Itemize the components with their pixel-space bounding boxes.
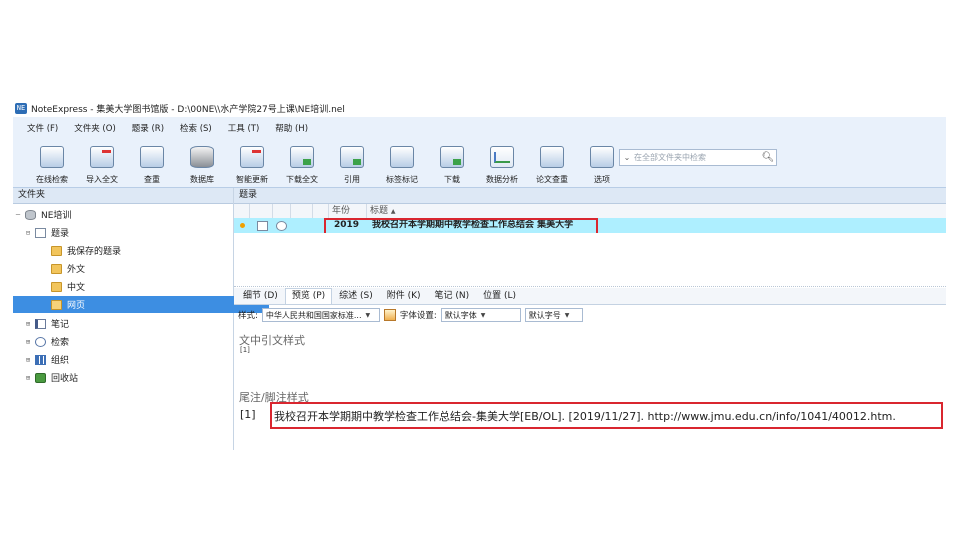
options-icon: [590, 146, 614, 168]
citation-preview: 文中引文样式 [1] 尾注/脚注样式 [1] 我校召开本学期期中教学检查工作总结…: [234, 326, 946, 450]
column-year[interactable]: 年份: [328, 204, 366, 218]
folder-ne-training[interactable]: ─ NE培训: [13, 206, 233, 223]
notebook-icon: [35, 318, 46, 329]
recycle-bin-icon: [35, 372, 46, 383]
chevron-down-icon[interactable]: ⌄: [620, 153, 634, 162]
download-button[interactable]: 下载: [427, 144, 477, 185]
highlight-box: [270, 402, 943, 429]
folder-icon: [51, 263, 62, 274]
folder-chinese[interactable]: 中文: [13, 278, 269, 295]
menu-bar: 文件 (F) 文件夹 (O) 题录 (R) 检索 (S) 工具 (T) 帮助 (…: [13, 120, 308, 136]
folder-panel: 文件夹 ─ NE培训 ⊟ 题录 我保存的题录 外文 中文 网页 ⊞ 笔记 ⊞ 检…: [13, 188, 269, 450]
folder-my-saved[interactable]: 我保存的题录: [13, 242, 269, 259]
magnifier-icon: [35, 336, 46, 347]
analysis-icon: [490, 146, 514, 168]
dropdown-arrow-icon: ▼: [564, 311, 570, 319]
menu-help[interactable]: 帮助 (H): [275, 122, 308, 134]
tab-details[interactable]: 细节 (D): [236, 288, 285, 304]
menu-file[interactable]: 文件 (F): [27, 122, 58, 134]
tab-summary[interactable]: 综述 (S): [332, 288, 380, 304]
database-icon: [25, 209, 36, 220]
paper-check-button[interactable]: 论文查重: [527, 144, 577, 185]
database-icon: [190, 146, 214, 168]
cite-button[interactable]: 引用: [327, 144, 377, 185]
search-box: ⌄ 🔍︎: [619, 149, 777, 166]
folder-foreign[interactable]: 外文: [13, 260, 269, 277]
tab-notes[interactable]: 笔记 (N): [428, 288, 477, 304]
paper-check-icon: [540, 146, 564, 168]
expand-icon[interactable]: ⊞: [23, 356, 33, 364]
download-fulltext-button[interactable]: 下载全文: [277, 144, 327, 185]
online-search-button[interactable]: 在线检索: [27, 144, 77, 185]
analysis-button[interactable]: 数据分析: [477, 144, 527, 185]
reference-panel-header: 题录: [234, 188, 946, 204]
download-fulltext-icon: [290, 146, 314, 168]
expand-icon[interactable]: ⊟: [23, 229, 33, 237]
folder-icon: [51, 245, 62, 256]
tag-icon: [390, 146, 414, 168]
tab-location[interactable]: 位置 (L): [476, 288, 523, 304]
folder-open-icon: [51, 299, 62, 310]
folder-references[interactable]: ⊟ 题录: [13, 224, 243, 241]
app-window: NE NoteExpress - 集美大学图书馆版 - D:\00NE\\水产学…: [13, 100, 946, 450]
menu-tools[interactable]: 工具 (T): [228, 122, 260, 134]
online-search-icon: [40, 146, 64, 168]
smart-update-icon: [240, 146, 264, 168]
reference-number: [1]: [240, 408, 256, 421]
folder-panel-header: 文件夹: [13, 188, 233, 204]
menu-folder[interactable]: 文件夹 (O): [74, 122, 116, 134]
sort-ascending-icon: ▲: [390, 208, 396, 215]
list-icon: [35, 227, 46, 238]
folder-searches[interactable]: ⊞ 检索: [13, 333, 243, 350]
style-select[interactable]: 中华人民共和国国家标准... ▼: [261, 308, 380, 322]
folder-webpage[interactable]: 网页: [13, 296, 269, 313]
folder-icon: [51, 281, 62, 292]
menu-reference[interactable]: 题录 (R): [132, 122, 164, 134]
expand-icon[interactable]: ⊞: [23, 320, 33, 328]
app-logo-icon: NE: [15, 103, 27, 114]
import-fulltext-icon: [90, 146, 114, 168]
tab-preview[interactable]: 预览 (P): [284, 288, 333, 304]
detail-tabs: 细节 (D) 预览 (P) 综述 (S) 附件 (K) 笔记 (N) 位置 (L…: [234, 288, 946, 305]
dropdown-arrow-icon: ▼: [480, 311, 486, 319]
dropdown-arrow-icon: ▼: [365, 311, 371, 319]
cite-icon: [340, 146, 364, 168]
collapse-icon[interactable]: ─: [13, 211, 23, 219]
tab-attachments[interactable]: 附件 (K): [380, 288, 428, 304]
folder-organize[interactable]: ⊞ 组织: [13, 351, 243, 368]
window-title: NoteExpress - 集美大学图书馆版 - D:\00NE\\水产学院27…: [31, 105, 345, 115]
font-size-select[interactable]: 默认字号 ▼: [524, 308, 583, 322]
intext-citation: [1]: [240, 346, 250, 354]
font-label: 字体设置:: [399, 311, 437, 321]
attachment-icon: [257, 221, 268, 231]
organize-icon: [35, 354, 46, 365]
style-bar: 样式: 中华人民共和国国家标准... ▼ 字体设置: 默认字体 ▼ 默认字号 ▼: [234, 306, 946, 324]
menu-search[interactable]: 检索 (S): [180, 122, 212, 134]
reference-area: 题录 年份 标题 ▲ 2019 我校召开本学期期中教学检查工作总结会 集美大学 …: [234, 188, 946, 450]
database-button[interactable]: 数据库: [177, 144, 227, 185]
reference-list-empty: [234, 233, 946, 287]
expand-icon[interactable]: ⊞: [23, 338, 33, 346]
edit-style-icon[interactable]: [383, 309, 396, 321]
duplicate-check-icon: [140, 146, 164, 168]
duplicate-check-button[interactable]: 查重: [127, 144, 177, 185]
folder-recycle-bin[interactable]: ⊞ 回收站: [13, 369, 243, 386]
ribbon: 文件 (F) 文件夹 (O) 题录 (R) 检索 (S) 工具 (T) 帮助 (…: [13, 117, 946, 188]
reference-column-headers: 年份 标题 ▲: [234, 204, 946, 219]
search-icon[interactable]: 🔍︎: [760, 152, 776, 163]
import-fulltext-button[interactable]: 导入全文: [77, 144, 127, 185]
tag-button[interactable]: 标签标记: [377, 144, 427, 185]
font-select[interactable]: 默认字体 ▼: [440, 308, 521, 322]
download-icon: [440, 146, 464, 168]
folder-notes[interactable]: ⊞ 笔记: [13, 315, 243, 332]
unread-dot-icon: [240, 223, 245, 228]
column-title[interactable]: 标题 ▲: [366, 204, 430, 218]
smart-update-button[interactable]: 智能更新: [227, 144, 277, 185]
title-bar: NE NoteExpress - 集美大学图书馆版 - D:\00NE\\水产学…: [13, 100, 946, 117]
star-icon[interactable]: [276, 221, 287, 231]
toolbar: 在线检索 导入全文 查重 数据库 智能更新 下载全文 引用 标签标记 下载 数据…: [27, 144, 627, 184]
search-input[interactable]: [634, 153, 760, 162]
style-label: 样式:: [238, 311, 258, 321]
expand-icon[interactable]: ⊞: [23, 374, 33, 382]
